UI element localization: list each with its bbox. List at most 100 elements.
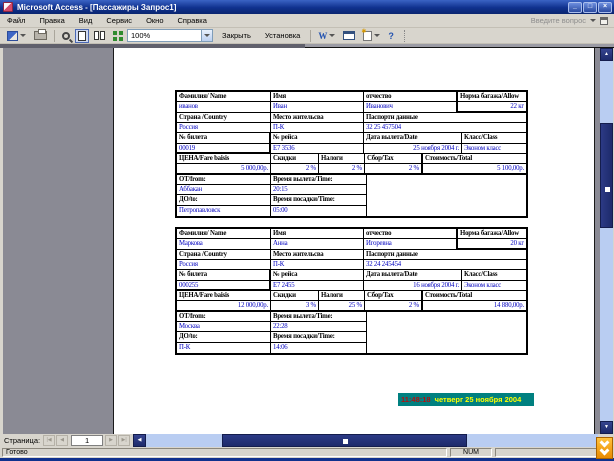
to-value: Петропавловск [177,206,271,216]
next-page-button[interactable]: ▶ [105,435,117,446]
vertical-scrollbar[interactable]: ▲ ▼ [600,48,613,434]
database-window-button[interactable] [340,29,358,43]
class-value: Эконом класс [462,144,526,154]
patronymic-value: Игоревна [364,239,456,249]
country-value: Россия [177,123,271,133]
report-date: четверг 25 ноября 2004 [435,395,522,404]
horizontal-scrollbar[interactable]: ◀ [133,434,598,447]
horizontal-scrollbar-thumb[interactable] [222,434,467,447]
to-value: П-К [177,343,271,353]
help-icon: ? [388,31,394,41]
prev-page-button[interactable]: ◀ [56,435,68,446]
page-label: Страница: [4,436,40,445]
discount-value: 3 % [271,301,319,311]
thumb-grip [605,187,610,192]
fare-value: 12 000,00р. [177,301,271,311]
allowance-value: 20 кг [456,239,526,249]
menu-item-window[interactable]: Окно [139,15,170,26]
zoom-tool-button[interactable] [59,29,73,43]
menu-item-service[interactable]: Сервис [99,15,139,26]
fare-value: 5 000,00р. [177,164,271,174]
restore-button[interactable]: □ [583,2,597,13]
print-preview-toolbar: 100% Закрыть Установка W ? [0,28,614,44]
scroll-up-button[interactable]: ▲ [600,48,613,61]
multiple-pages-button[interactable] [110,29,124,43]
to-header: ДО/to: [177,195,271,205]
scroll-down-button[interactable]: ▼ [600,421,613,434]
toolbar-options-button[interactable] [400,30,405,42]
chevron-down-icon [204,34,210,37]
close-button[interactable]: × [598,2,612,13]
page-setup-button[interactable]: Установка [259,29,306,43]
new-object-icon [363,31,372,41]
surname-header: Фамилия/ Name [177,229,271,239]
menu-item-file[interactable]: Файл [0,15,32,26]
menu-item-help[interactable]: Справка [171,15,214,26]
fare-header: ЦЕНА/Fare baisis [177,291,271,301]
first-page-button[interactable]: |◀ [43,435,55,446]
close-preview-button[interactable]: Закрыть [216,29,257,43]
status-bar: Готово NUM [0,447,614,458]
passport-header: Паспортн данные [364,113,526,123]
last-page-button[interactable]: ▶| [118,435,130,446]
empty-cell [367,175,526,216]
type-question-box[interactable]: Введите вопрос [531,16,586,25]
menu-item-edit[interactable]: Правка [32,15,71,26]
from-value: Аббакан [177,185,271,195]
from-header: ОТ/from: [177,175,271,185]
child-window-icon[interactable] [600,17,608,25]
fee-header: Сбор/Tax [365,291,421,301]
zoom-level-select[interactable]: 100% [127,29,213,42]
chevron-down-icon [20,34,26,37]
combo-dropdown-button[interactable] [201,30,212,41]
chevron-down-icon[interactable] [590,19,596,22]
depart-time-value: 22:28 [271,322,366,332]
depart-date-value: 16 ноября 2004 г. [364,281,462,291]
page-number-input[interactable]: 1 [71,435,103,446]
zoom-level-value: 100% [128,31,201,40]
database-window-icon [343,31,355,40]
name-value: Анна [271,239,364,249]
report-page[interactable]: Фамилия/ Name Имя отчество Норма багажа/… [113,48,595,434]
residence-value: П-К [271,123,364,133]
ticket-header: № билета [177,270,271,280]
passport-value: 32 24 245454 [364,260,526,270]
patronymic-header: отчество [364,229,456,239]
allowance-value: 22 кг [456,102,526,112]
scroll-left-button[interactable]: ◀ [133,434,146,447]
total-value: 5 100,00р. [421,164,526,174]
view-design-button[interactable] [4,29,29,43]
status-text: Готово [2,448,447,457]
name-value: Иван [271,102,364,112]
discount-header: Скидки [271,154,319,164]
word-link-icon: W [318,31,327,41]
window-title: Microsoft Access - [Пассажиры Запрос1] [17,3,176,12]
double-chevron-down-icon[interactable] [596,437,613,459]
surname-value: Маркова [177,239,271,249]
residence-header: Место жительсва [271,250,364,260]
minimize-button[interactable]: _ [568,2,582,13]
help-button[interactable]: ? [385,29,397,43]
menu-item-view[interactable]: Вид [72,15,100,26]
arrival-time-value: 14:06 [271,343,366,353]
vertical-scrollbar-thumb[interactable] [600,123,613,228]
to-header: ДО/to: [177,332,271,342]
one-page-button[interactable] [75,29,89,43]
passenger-record-card: Фамилия/ Name Имя отчество Норма багажа/… [175,90,528,218]
ticket-value: 00019 [177,144,271,154]
country-header: Страна /Country [177,113,271,123]
residence-header: Место жительсва [271,113,364,123]
ticket-header: № билета [177,133,271,143]
taxes-value: 25 % [319,301,365,311]
allowance-header: Норма багажа/Allow [456,92,526,102]
report-datetime-stamp: 11:48:18 четверг 25 ноября 2004 [398,393,534,406]
arrival-time-header: Время посадки/Time: [271,195,366,205]
taxes-value: 2 % [319,164,365,174]
officelinks-button[interactable]: W [315,29,338,43]
new-object-button[interactable] [360,29,383,43]
depart-time-header: Время вылета/Time: [271,175,366,185]
patronymic-header: отчество [364,92,456,102]
arrival-time-value: 05:00 [271,206,366,216]
print-button[interactable] [31,29,50,43]
two-pages-button[interactable] [91,29,108,43]
